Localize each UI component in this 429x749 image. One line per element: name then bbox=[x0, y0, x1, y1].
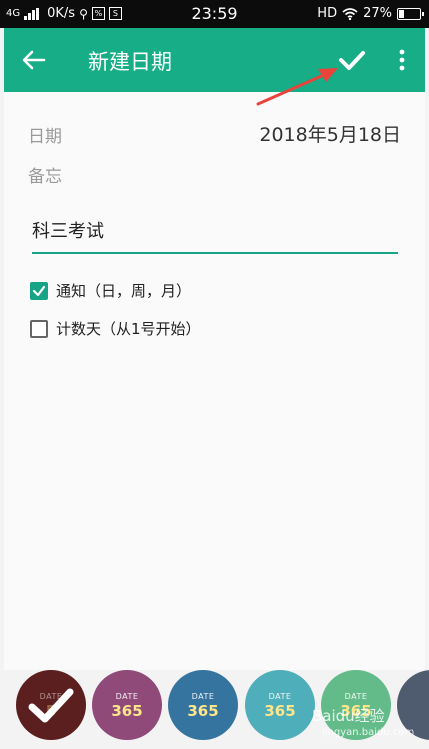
swatch-big-text: 365 bbox=[187, 702, 219, 720]
watermark-logo: Baidu经验 bbox=[312, 707, 385, 725]
swatch-big-text: 365 bbox=[111, 702, 143, 720]
count-days-label: 计数天（从1号开始） bbox=[56, 320, 201, 338]
back-button[interactable] bbox=[18, 44, 50, 76]
swatch-small-text: DATE bbox=[191, 692, 215, 701]
notify-checkbox-row[interactable]: 通知（日，周，月） bbox=[30, 280, 191, 301]
date-label: 日期 bbox=[28, 127, 62, 147]
count-days-checkbox[interactable] bbox=[30, 319, 48, 338]
page-title: 新建日期 bbox=[88, 50, 172, 74]
watermark-url: jingyan.baidu.com bbox=[322, 727, 415, 738]
app-bar: 新建日期 bbox=[4, 28, 425, 92]
theme-swatch-3[interactable]: DATE 365 bbox=[168, 670, 238, 740]
theme-swatch-4[interactable]: DATE 365 bbox=[245, 670, 315, 740]
check-icon bbox=[339, 51, 365, 70]
more-vert-icon bbox=[399, 49, 405, 71]
battery-icon bbox=[397, 7, 424, 20]
notify-label: 通知（日，周，月） bbox=[56, 282, 192, 300]
count-days-checkbox-row[interactable]: 计数天（从1号开始） bbox=[30, 318, 201, 339]
notify-checkbox[interactable] bbox=[30, 281, 48, 300]
memo-label: 备忘 bbox=[28, 167, 62, 187]
theme-swatch-2[interactable]: DATE 365 bbox=[92, 670, 162, 740]
arrow-left-icon bbox=[22, 50, 46, 70]
date-picker[interactable]: 2018年5月18日 bbox=[259, 120, 401, 147]
battery-percent: 27% bbox=[363, 6, 392, 21]
status-right: HD 27% bbox=[317, 6, 424, 21]
swatch-small-text: DATE bbox=[268, 692, 292, 701]
battery-fill bbox=[399, 9, 404, 18]
swatch-small-text: DATE bbox=[115, 692, 139, 701]
theme-swatch-1[interactable]: DATE 5 bbox=[16, 670, 86, 740]
swatch-small-text: DATE bbox=[344, 692, 368, 701]
selected-check-icon bbox=[28, 688, 74, 723]
confirm-button[interactable] bbox=[334, 42, 370, 78]
more-options-button[interactable] bbox=[392, 46, 412, 74]
swatch-big-text: 365 bbox=[264, 702, 296, 720]
status-bar: 4G 0K/s ⚲ % S 23:59 HD 27% bbox=[0, 0, 429, 28]
checkmark-icon bbox=[32, 285, 46, 296]
memo-input[interactable] bbox=[32, 208, 398, 254]
wifi-icon bbox=[342, 7, 358, 20]
form-card: 日期 2018年5月18日 备忘 通知（日，周，月） 计数天（从1号开始） bbox=[4, 92, 425, 670]
hd-indicator: HD bbox=[317, 6, 338, 21]
